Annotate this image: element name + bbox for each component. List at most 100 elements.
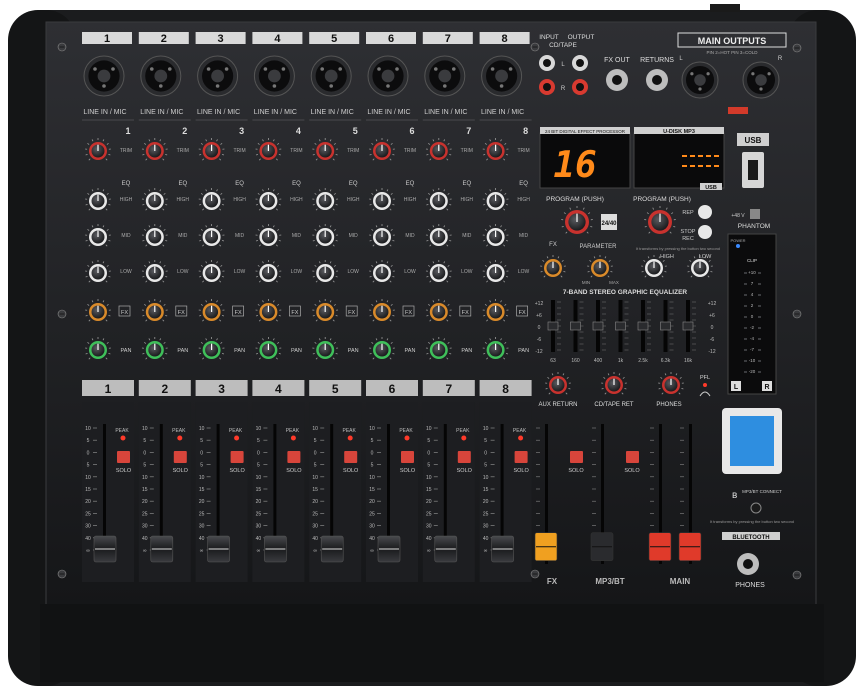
geq-slider-cap[interactable] [548, 322, 558, 330]
meter-led-right [758, 316, 761, 318]
pfl-label: PFL [700, 375, 710, 381]
xlr-input-jack[interactable] [254, 56, 294, 96]
fader-scale-label: 40 [199, 536, 205, 542]
xlr-input-jack[interactable] [198, 56, 238, 96]
rca-jack[interactable] [539, 55, 555, 71]
solo-button[interactable] [174, 451, 187, 463]
jack-pin [698, 87, 701, 90]
fader-scale-label: 5 [200, 463, 203, 469]
top-handle [710, 4, 740, 12]
solo-label: SOLO [229, 468, 245, 474]
peak-label: PEAK [172, 428, 186, 434]
channel-number: 2 [161, 33, 167, 45]
rca-center [576, 83, 584, 91]
xlr-input-jack[interactable] [311, 56, 351, 96]
main-out-left-xlr[interactable] [682, 62, 718, 98]
xlr-input-jack[interactable] [141, 56, 181, 96]
meter-led-left [744, 294, 747, 296]
meter-led-right [758, 294, 761, 296]
jack-pin [150, 67, 154, 71]
eq-label: EQ [235, 181, 244, 187]
bt-connect-button[interactable] [751, 503, 761, 513]
solo-button[interactable] [515, 451, 528, 463]
rca-jack[interactable] [572, 79, 588, 95]
phantom-volt: +48 V [731, 213, 745, 219]
mp3-display-segment [698, 155, 703, 157]
peak-led [121, 436, 126, 441]
geq-scale-right: -6 [710, 337, 715, 343]
line-in-mic-label: LINE IN / MIC [197, 109, 240, 116]
solo-label: SOLO [457, 468, 473, 474]
geq-slider-cap[interactable] [593, 322, 603, 330]
mp3-display-segment [714, 165, 719, 167]
jack-pin [168, 67, 172, 71]
fader-scale-label: 40 [85, 536, 91, 542]
stop-rec-button[interactable] [698, 225, 712, 239]
jack-pin [282, 67, 286, 71]
solo-button[interactable] [117, 451, 130, 463]
jack-pin [500, 84, 504, 88]
solo-button[interactable] [401, 451, 414, 463]
trim-label: TRIM [233, 148, 245, 154]
geq-slider-cap[interactable] [683, 322, 693, 330]
fader-scale-label: 40 [256, 536, 262, 542]
rep-button[interactable] [698, 205, 712, 219]
channel-index: 7 [466, 126, 471, 136]
eq-high-label: HIGH [290, 197, 303, 203]
cd-return-solo-button[interactable] [626, 451, 639, 463]
geq-slider-cap[interactable] [571, 322, 581, 330]
max-label: MAX [609, 280, 619, 285]
fader-scale-label: 10 [312, 426, 318, 432]
output-label: OUTPUT [568, 34, 595, 41]
channel-number: 4 [274, 33, 281, 45]
xlr-input-jack[interactable] [482, 56, 522, 96]
solo-button[interactable] [287, 451, 300, 463]
fader-scale-label: 10 [483, 475, 489, 481]
jack-pin [93, 67, 97, 71]
eq-low-label: LOW [518, 269, 530, 275]
main-out-right-xlr[interactable] [743, 62, 779, 98]
solo-button[interactable] [344, 451, 357, 463]
eq-high-label: HIGH [233, 197, 246, 203]
fx-return-solo-button[interactable] [570, 451, 583, 463]
eq-mid-label: MID [178, 233, 188, 239]
xlr-input-jack[interactable] [368, 56, 408, 96]
jack-pin [320, 67, 324, 71]
mp3-high-label: HIGH [660, 254, 674, 260]
phones-jack[interactable] [737, 553, 759, 575]
solo-button[interactable] [231, 451, 244, 463]
pan-label: PAN [121, 348, 132, 354]
warning-sticker [728, 107, 748, 114]
fader-scale-label: 5 [371, 463, 374, 469]
power-led [736, 244, 740, 248]
quarter-inch-jack[interactable] [606, 69, 628, 91]
fader-scale-label: 30 [483, 524, 489, 530]
xlr-input-jack[interactable] [84, 56, 124, 96]
rca-center [576, 59, 584, 67]
fader-scale-label: 25 [369, 511, 375, 517]
fader-scale-label: ∞ [427, 548, 431, 554]
geq-slider-cap[interactable] [638, 322, 648, 330]
fader-scale-label: ∞ [257, 548, 261, 554]
meter-led-left [744, 316, 747, 318]
fx-label: FX [348, 310, 355, 316]
fader-scale-label: ∞ [143, 548, 147, 554]
mp3-program-label: PROGRAM (PUSH) [633, 196, 691, 203]
peak-led [177, 436, 182, 441]
eq-high-label: HIGH [347, 197, 360, 203]
geq-band-label: 16k [684, 358, 693, 364]
fader-scale-label: 20 [199, 499, 205, 505]
quarter-inch-jack[interactable] [646, 69, 668, 91]
geq-slider-cap[interactable] [616, 322, 626, 330]
fader-scale-label: 15 [256, 487, 262, 493]
solo-button[interactable] [458, 451, 471, 463]
mp3-display-segment [706, 165, 711, 167]
xlr-input-jack[interactable] [425, 56, 465, 96]
rca-jack[interactable] [572, 55, 588, 71]
phantom-switch[interactable] [750, 209, 760, 219]
rca-jack[interactable] [539, 79, 555, 95]
fader-scale-label: 10 [369, 475, 375, 481]
min-label: MIN [582, 280, 590, 285]
geq-slider-cap[interactable] [661, 322, 671, 330]
channel-index: 6 [409, 126, 414, 136]
